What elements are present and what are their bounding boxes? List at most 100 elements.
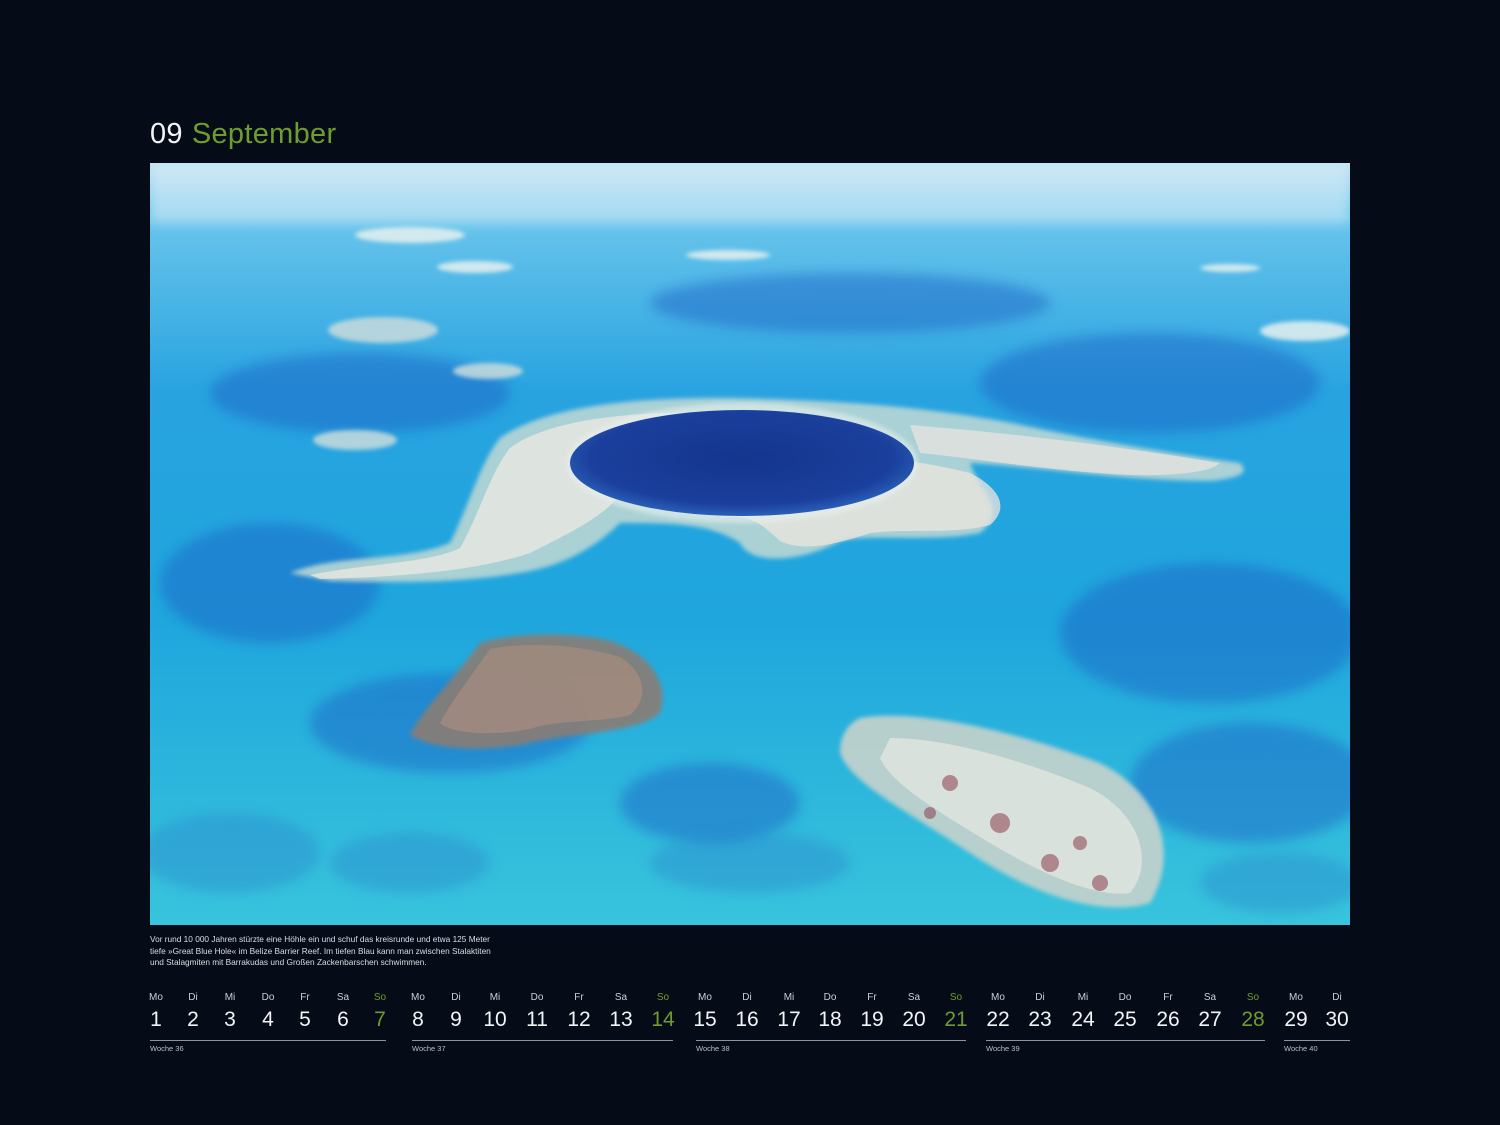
day-number: 17 — [777, 1008, 801, 1031]
day-number: 12 — [567, 1008, 591, 1031]
day-cell[interactable]: Mi 10 — [479, 991, 511, 1033]
day-cell[interactable]: Sa 27 — [1194, 991, 1226, 1033]
day-number: 26 — [1156, 1008, 1180, 1031]
week-divider — [412, 1040, 673, 1041]
weekday-label: Mi — [783, 992, 795, 1003]
weekday-label: Sa — [336, 992, 350, 1003]
weekday-label: Di — [1035, 992, 1045, 1003]
weekday-label: So — [656, 992, 670, 1003]
day-number: 5 — [299, 1008, 311, 1031]
day-number: 14 — [651, 1008, 675, 1031]
day-number: 16 — [735, 1008, 759, 1031]
day-cell[interactable]: Mi 17 — [773, 991, 805, 1033]
weekday-label: Di — [1332, 992, 1342, 1003]
day-cell[interactable]: Mi 24 — [1067, 991, 1099, 1033]
weekday-label: Do — [530, 992, 544, 1003]
weekday-label: Mo — [698, 992, 712, 1003]
day-number: 29 — [1284, 1008, 1308, 1031]
weekday-label: Mo — [991, 992, 1005, 1003]
day-number: 28 — [1241, 1008, 1265, 1031]
weekday-label: So — [949, 992, 963, 1003]
day-number: 9 — [450, 1008, 462, 1031]
day-number: 4 — [262, 1008, 274, 1031]
reef-photo — [150, 163, 1350, 925]
week-divider — [150, 1040, 386, 1041]
day-number: 11 — [526, 1008, 548, 1031]
day-cell-sunday[interactable]: So 7 — [364, 991, 396, 1033]
day-cell[interactable]: Di 9 — [440, 991, 472, 1033]
day-number: 6 — [337, 1008, 349, 1031]
day-cell[interactable]: Sa 6 — [327, 991, 359, 1033]
day-number: 8 — [412, 1008, 424, 1031]
day-cell[interactable]: Fr 5 — [289, 991, 321, 1033]
day-cell[interactable]: Fr 19 — [856, 991, 888, 1033]
day-cell[interactable]: Mo 15 — [689, 991, 721, 1033]
week-label: Woche 37 — [412, 1044, 446, 1053]
caption-line: Vor rund 10 000 Jahren stürzte eine Höhl… — [150, 934, 490, 944]
day-number: 13 — [609, 1008, 633, 1031]
day-cell[interactable]: Mo 22 — [982, 991, 1014, 1033]
weekday-label: Do — [823, 992, 837, 1003]
weekday-label: Mo — [411, 992, 425, 1003]
photo-caption: Vor rund 10 000 Jahren stürzte eine Höhl… — [150, 934, 510, 969]
day-number: 27 — [1198, 1008, 1222, 1031]
day-cell[interactable]: Sa 13 — [605, 991, 637, 1033]
day-cell[interactable]: Fr 12 — [563, 991, 595, 1033]
day-number: 30 — [1325, 1008, 1349, 1031]
day-number: 21 — [944, 1008, 968, 1031]
month-title: 09 September — [150, 116, 336, 152]
week-divider — [1284, 1040, 1350, 1041]
weekday-label: Sa — [1203, 992, 1217, 1003]
day-number: 7 — [374, 1008, 386, 1031]
day-number: 1 — [150, 1008, 162, 1031]
day-number: 22 — [986, 1008, 1010, 1031]
day-number: 15 — [693, 1008, 717, 1031]
day-cell-sunday[interactable]: So 14 — [647, 991, 679, 1033]
caption-line: und Stalagmiten mit Barrakudas und Große… — [150, 957, 427, 967]
weekday-label: Do — [1118, 992, 1132, 1003]
week-divider — [696, 1040, 966, 1041]
weekday-label: So — [1246, 992, 1260, 1003]
weekday-label: Fr — [574, 992, 584, 1003]
weekday-label: Fr — [300, 992, 310, 1003]
day-cell-sunday[interactable]: So 28 — [1237, 991, 1269, 1033]
day-number: 2 — [187, 1008, 199, 1031]
week-label: Woche 36 — [150, 1044, 184, 1053]
weekday-label: Fr — [1163, 992, 1173, 1003]
weekday-label: Sa — [614, 992, 628, 1003]
weekday-label: Mo — [1289, 992, 1303, 1003]
day-cell[interactable]: Di 30 — [1321, 991, 1353, 1033]
day-cell[interactable]: Di 16 — [731, 991, 763, 1033]
weekday-label: Mi — [224, 992, 236, 1003]
day-cell[interactable]: Mo 8 — [402, 991, 434, 1033]
day-cell[interactable]: Mo 1 — [140, 991, 172, 1033]
weekday-label: Di — [742, 992, 752, 1003]
day-cell[interactable]: Di 23 — [1024, 991, 1056, 1033]
week-divider — [986, 1040, 1265, 1041]
day-cell[interactable]: Do 18 — [814, 991, 846, 1033]
day-cell[interactable]: Do 11 — [521, 991, 553, 1033]
week-label: Woche 38 — [696, 1044, 730, 1053]
weekday-label: Mi — [1077, 992, 1089, 1003]
weekday-label: Di — [451, 992, 461, 1003]
day-cell[interactable]: Di 2 — [177, 991, 209, 1033]
weekday-label: Di — [188, 992, 198, 1003]
day-number: 25 — [1113, 1008, 1137, 1031]
day-cell[interactable]: Fr 26 — [1152, 991, 1184, 1033]
weekday-label: Fr — [867, 992, 877, 1003]
day-number: 10 — [483, 1008, 507, 1031]
day-cell-sunday[interactable]: So 21 — [940, 991, 972, 1033]
day-cell[interactable]: Do 25 — [1109, 991, 1141, 1033]
day-number: 23 — [1028, 1008, 1052, 1031]
day-number: 24 — [1071, 1008, 1095, 1031]
day-cell[interactable]: Sa 20 — [898, 991, 930, 1033]
day-number: 18 — [818, 1008, 842, 1031]
weekday-label: Sa — [907, 992, 921, 1003]
caption-line: tiefe »Great Blue Hole« im Belize Barrie… — [150, 945, 491, 956]
day-cell[interactable]: Mo 29 — [1280, 991, 1312, 1033]
day-cell[interactable]: Mi 3 — [214, 991, 246, 1033]
weekday-label: Do — [261, 992, 275, 1003]
day-cell[interactable]: Do 4 — [252, 991, 284, 1033]
day-number: 20 — [902, 1008, 926, 1031]
weekday-label: Mi — [489, 992, 501, 1003]
